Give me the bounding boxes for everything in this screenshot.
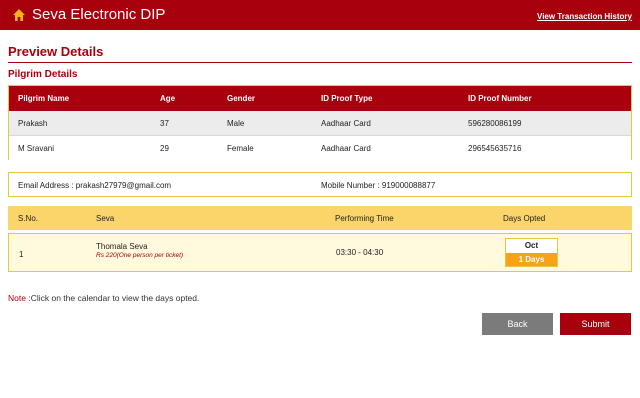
pilgrim-age: 37 [160, 119, 169, 128]
view-transaction-history-link[interactable]: View Transaction History [537, 12, 632, 21]
pilgrim-age: 29 [160, 144, 169, 153]
submit-button[interactable]: Submit [560, 313, 631, 335]
header-pilgrim-name: Pilgrim Name [18, 94, 70, 103]
header-days-opted: Days Opted [503, 214, 546, 223]
header-age: Age [160, 94, 176, 103]
pilgrim-name: Prakash [18, 119, 48, 128]
app-title: Seva Electronic DIP [32, 6, 166, 23]
header-id-proof-type: ID Proof Type [321, 94, 373, 103]
header-performing-time: Performing Time [335, 214, 394, 223]
note-text: :Click on the calendar to view the days … [25, 293, 200, 303]
top-bar: Seva Electronic DIP View Transaction His… [0, 0, 640, 30]
table-row: Prakash 37 Male Aadhaar Card 59628008619… [9, 111, 631, 136]
mobile-number: Mobile Number : 919000088877 [321, 181, 436, 190]
seva-name: Thomala Seva [96, 242, 148, 251]
days-opted-calendar[interactable]: Oct 1 Days [505, 238, 558, 267]
day-month: Oct [524, 241, 539, 250]
email-address: Email Address : prakash27979@gmail.com [18, 181, 172, 190]
pilgrim-name: M Sravani [18, 144, 55, 153]
performing-time: 03:30 - 04:30 [336, 248, 384, 257]
pilgrim-id-type: Aadhaar Card [321, 144, 371, 153]
title-divider [8, 62, 632, 63]
back-button[interactable]: Back [482, 313, 553, 335]
pilgrim-gender: Male [227, 119, 245, 128]
page-title: Preview Details [8, 44, 104, 59]
seva-table: S.No. Seva Performing Time Days Opted 1 … [8, 206, 632, 272]
table-row: M Sravani 29 Female Aadhaar Card 2965456… [9, 135, 631, 160]
seva-price: Rs 220(One person per ticket) [96, 252, 184, 259]
header-sno: S.No. [18, 214, 39, 223]
pilgrim-id-type: Aadhaar Card [321, 119, 371, 128]
note-label: Note [8, 293, 26, 303]
seva-sno: 1 [19, 250, 24, 259]
pilgrim-table: Pilgrim Name Age Gender ID Proof Type ID… [8, 85, 632, 160]
contact-details: Email Address : prakash27979@gmail.com M… [8, 172, 632, 197]
home-icon[interactable] [12, 8, 26, 22]
day-count: 1 Days [506, 253, 557, 266]
pilgrim-section-title: Pilgrim Details [8, 69, 78, 80]
pilgrim-id-number: 296545635716 [468, 144, 522, 153]
table-row: 1 Thomala Seva Rs 220(One person per tic… [8, 233, 632, 272]
header-gender: Gender [227, 94, 256, 103]
header-seva: Seva [96, 214, 115, 223]
pilgrim-id-number: 596280086199 [468, 119, 522, 128]
note: Note :Click on the calendar to view the … [8, 293, 199, 303]
pilgrim-gender: Female [227, 144, 254, 153]
seva-table-header: S.No. Seva Performing Time Days Opted [8, 206, 632, 230]
header-id-proof-number: ID Proof Number [468, 94, 532, 103]
pilgrim-table-header: Pilgrim Name Age Gender ID Proof Type ID… [9, 86, 631, 111]
